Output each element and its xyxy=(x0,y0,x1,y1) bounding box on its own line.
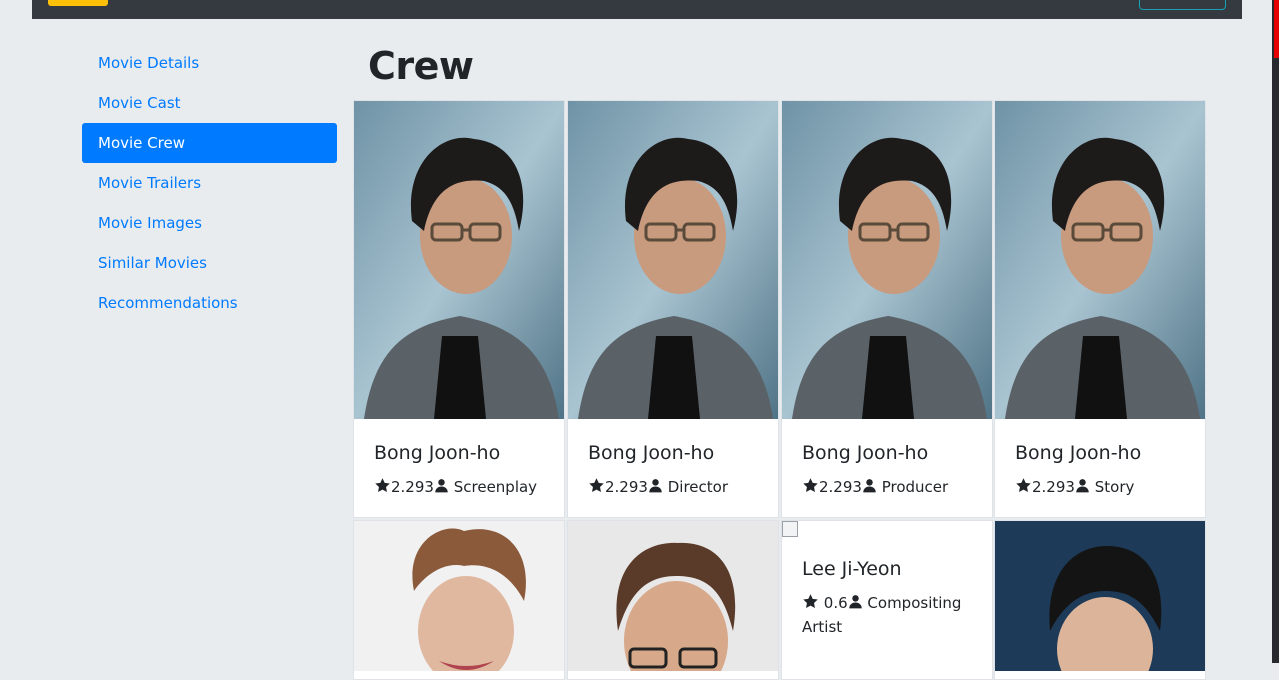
person-photo-icon xyxy=(568,101,778,419)
sidebar-item-movie-details[interactable]: Movie Details xyxy=(82,43,337,83)
scrollbar-track[interactable] xyxy=(1272,0,1279,663)
crew-rating: 2.293 xyxy=(391,478,434,496)
crew-name[interactable]: Bong Joon-ho xyxy=(1015,441,1185,465)
page-title: Crew xyxy=(368,44,474,88)
crew-rating: 0.6 xyxy=(823,594,848,612)
person-photo-icon xyxy=(782,101,992,419)
top-navbar xyxy=(32,0,1242,19)
star-icon xyxy=(588,477,605,494)
crew-rating: 2.293 xyxy=(819,478,862,496)
crew-rating: 2.293 xyxy=(605,478,648,496)
crew-card[interactable]: Bong Joon-ho 2.293 Screenplay xyxy=(353,100,565,518)
broken-image-icon xyxy=(782,521,798,537)
crew-job: Producer xyxy=(881,478,949,496)
brand-logo[interactable] xyxy=(48,0,108,6)
crew-card[interactable] xyxy=(353,520,565,680)
person-photo-icon xyxy=(995,101,1205,419)
crew-job: Story xyxy=(1094,478,1135,496)
sidebar-item-recommendations[interactable]: Recommendations xyxy=(82,283,337,323)
crew-photo xyxy=(782,101,992,419)
star-icon xyxy=(802,477,819,494)
crew-card[interactable] xyxy=(994,520,1206,680)
crew-name[interactable]: Bong Joon-ho xyxy=(374,441,544,465)
sidebar-item-movie-cast[interactable]: Movie Cast xyxy=(82,83,337,123)
sidebar-item-similar-movies[interactable]: Similar Movies xyxy=(82,243,337,283)
sidebar-item-movie-crew[interactable]: Movie Crew xyxy=(82,123,337,163)
crew-photo xyxy=(354,521,564,671)
user-icon xyxy=(648,477,663,494)
person-photo-icon xyxy=(354,101,564,419)
crew-name[interactable]: Bong Joon-ho xyxy=(588,441,758,465)
crew-meta: 2.293 Producer xyxy=(802,475,972,499)
crew-photo xyxy=(568,521,778,671)
crew-name[interactable]: Bong Joon-ho xyxy=(802,441,972,465)
crew-job: Director xyxy=(667,478,728,496)
user-icon xyxy=(434,477,449,494)
crew-card[interactable]: Lee Ji-Yeon 0.6 Compositing Artist xyxy=(781,520,993,680)
crew-card[interactable]: Bong Joon-ho 2.293 Producer xyxy=(781,100,993,518)
user-icon xyxy=(848,593,863,610)
crew-meta: 2.293 Director xyxy=(588,475,758,499)
crew-name[interactable]: Lee Ji-Yeon xyxy=(802,557,972,581)
user-icon xyxy=(862,477,877,494)
crew-job: Screenplay xyxy=(453,478,538,496)
star-icon xyxy=(802,593,819,610)
sidebar-item-movie-images[interactable]: Movie Images xyxy=(82,203,337,243)
user-icon xyxy=(1075,477,1090,494)
person-photo-icon xyxy=(568,521,778,671)
person-photo-icon xyxy=(354,521,564,671)
crew-card[interactable] xyxy=(567,520,779,680)
scrollbar-thumb[interactable] xyxy=(1274,0,1279,58)
sidebar-nav: Movie Details Movie Cast Movie Crew Movi… xyxy=(82,43,337,323)
star-icon xyxy=(1015,477,1032,494)
person-photo-icon xyxy=(995,521,1205,671)
star-icon xyxy=(374,477,391,494)
crew-meta: 0.6 Compositing Artist xyxy=(802,591,972,639)
crew-rating: 2.293 xyxy=(1032,478,1075,496)
crew-photo xyxy=(568,101,778,419)
sidebar-item-movie-trailers[interactable]: Movie Trailers xyxy=(82,163,337,203)
crew-photo xyxy=(354,101,564,419)
navbar-action-button[interactable] xyxy=(1139,0,1226,10)
crew-card[interactable]: Bong Joon-ho 2.293 Director xyxy=(567,100,779,518)
crew-photo xyxy=(995,101,1205,419)
crew-photo xyxy=(995,521,1205,671)
crew-meta: 2.293 Screenplay xyxy=(374,475,544,499)
crew-meta: 2.293 Story xyxy=(1015,475,1185,499)
crew-card[interactable]: Bong Joon-ho 2.293 Story xyxy=(994,100,1206,518)
